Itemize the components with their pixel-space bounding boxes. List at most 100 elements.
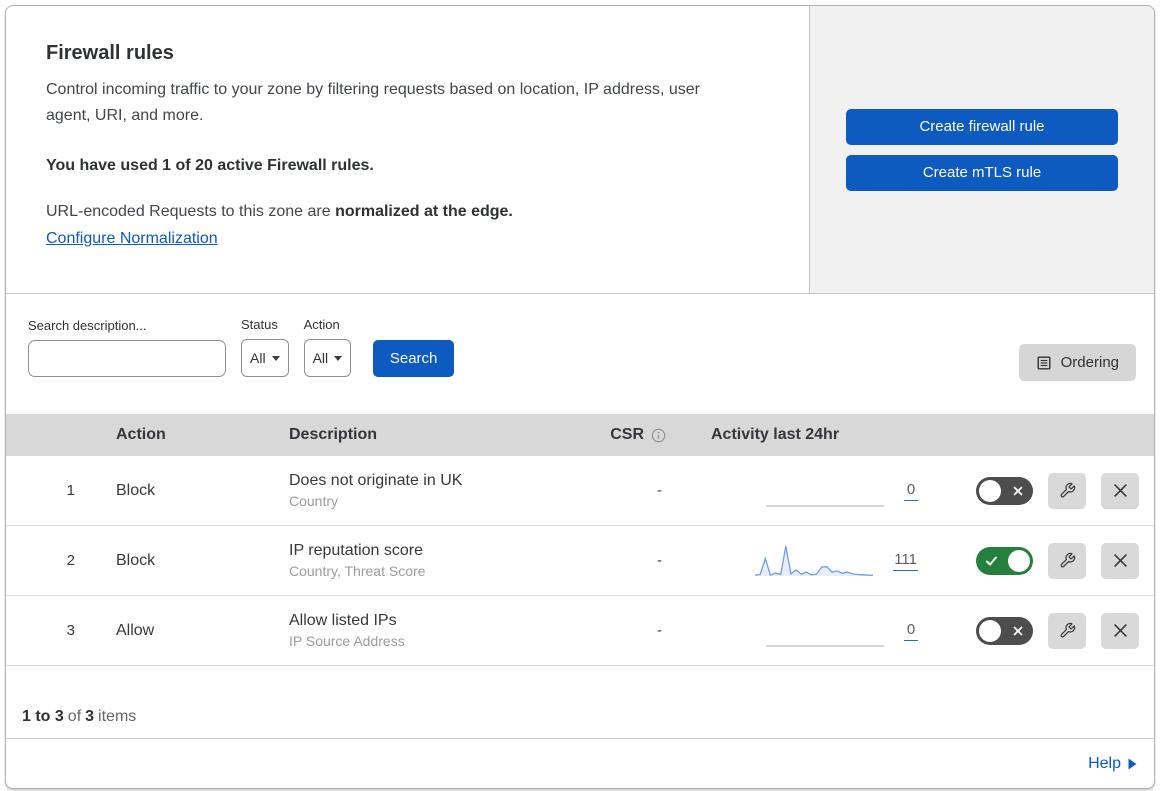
rule-activity-cell: 111 (676, 543, 936, 579)
of-text: of (67, 708, 82, 725)
range-text: 1 to 3 (22, 708, 64, 725)
ordering-button-label: Ordering (1060, 354, 1119, 371)
usage-summary: You have used 1 of 20 active Firewall ru… (46, 156, 374, 174)
activity-sparkline-empty (766, 644, 884, 647)
pagination-summary: 1 to 3 of 3 items (6, 666, 1154, 739)
header-text-block: Firewall rules Control incoming traffic … (6, 6, 809, 293)
delete-rule-button[interactable] (1101, 612, 1139, 649)
rule-controls (936, 612, 1154, 649)
activity-sparkline (755, 545, 874, 576)
x-icon (1013, 625, 1023, 636)
wrench-icon (1060, 482, 1075, 498)
normalization-bold: normalized at the edge. (335, 202, 513, 220)
check-icon (986, 556, 997, 565)
info-icon[interactable] (651, 428, 666, 443)
rule-criteria: IP Source Address (289, 633, 405, 649)
status-group: Status All (241, 317, 289, 377)
rule-description: IP reputation score (289, 542, 424, 559)
create-firewall-rule-button[interactable]: Create firewall rule (846, 108, 1118, 145)
arrow-right-icon (1128, 758, 1137, 769)
normalization-prefix: URL-encoded Requests to this zone are (46, 202, 331, 220)
status-select[interactable]: All (241, 339, 289, 377)
normalization-note: URL-encoded Requests to this zone are no… (46, 203, 769, 221)
rule-csr: - (657, 552, 662, 569)
rule-priority: 3 (66, 622, 75, 639)
rule-description-cell: Does not originate in UK Country (283, 472, 571, 509)
toggle-knob (1008, 549, 1030, 572)
rule-description-cell: Allow listed IPs IP Source Address (283, 612, 571, 649)
chevron-down-icon (334, 355, 343, 361)
rule-description: Does not originate in UK (289, 472, 463, 489)
rule-description-cell: IP reputation score Country, Threat Score (283, 542, 571, 579)
rule-priority: 2 (66, 552, 75, 569)
x-icon (1113, 624, 1127, 637)
rule-criteria: Country (289, 493, 339, 509)
rule-action: Block (116, 481, 156, 499)
filter-bar: Search description... Status All Action (6, 294, 1154, 414)
search-group: Search description... (28, 318, 229, 377)
items-text: items (98, 708, 137, 725)
help-bar: Help (6, 739, 1154, 788)
table-row: 2 Block IP reputation score Country, Threat… (6, 526, 1154, 596)
rule-activity-cell: 0 (676, 473, 936, 509)
column-activity: Activity last 24hr (711, 426, 840, 443)
csr-header-label: CSR (610, 426, 644, 443)
rule-activity-cell: 0 (676, 613, 936, 649)
activity-count-link[interactable]: 111 (893, 551, 918, 571)
rule-csr: - (657, 622, 662, 639)
rule-description: Allow listed IPs (289, 612, 397, 629)
edit-rule-button[interactable] (1048, 472, 1086, 509)
rule-enabled-toggle[interactable] (976, 546, 1033, 575)
status-label: Status (241, 317, 278, 332)
wrench-icon (1060, 622, 1075, 638)
create-mtls-rule-button[interactable]: Create mTLS rule (846, 154, 1118, 191)
rule-csr: - (657, 482, 662, 499)
action-select[interactable]: All (303, 339, 352, 377)
chevron-down-icon (271, 355, 280, 361)
ordering-button[interactable]: Ordering (1018, 344, 1136, 381)
list-document-icon (1037, 356, 1051, 369)
search-input-wrapper (28, 340, 229, 377)
action-selected-value: All (312, 350, 329, 366)
search-label: Search description... (28, 318, 147, 333)
rule-enabled-toggle[interactable] (976, 616, 1033, 645)
toggle-knob (979, 619, 1001, 642)
edit-rule-button[interactable] (1048, 542, 1086, 579)
rule-enabled-toggle[interactable] (976, 476, 1033, 505)
configure-normalization-link[interactable]: Configure Normalization (46, 230, 218, 248)
action-group: Action All (303, 317, 352, 377)
x-icon (1113, 554, 1127, 567)
table-row: 1 Block Does not originate in UK Country - 0 (6, 456, 1154, 526)
rule-controls (936, 472, 1154, 509)
search-input[interactable] (48, 341, 229, 376)
rule-priority: 1 (66, 482, 75, 499)
edit-rule-button[interactable] (1048, 612, 1086, 649)
search-button[interactable]: Search (373, 340, 455, 377)
help-link[interactable]: Help (1088, 755, 1121, 773)
x-icon (1113, 484, 1127, 497)
delete-rule-button[interactable] (1101, 542, 1139, 579)
header-section: Firewall rules Control incoming traffic … (6, 6, 1154, 294)
toggle-knob (979, 479, 1001, 502)
activity-count-link[interactable]: 0 (904, 621, 918, 641)
rule-action: Block (116, 551, 156, 569)
table-body: 1 Block Does not originate in UK Country - 0 2… (6, 456, 1154, 666)
activity-sparkline-empty (766, 504, 884, 507)
action-label: Action (303, 317, 340, 332)
column-csr: CSR (571, 426, 676, 444)
actions-panel: Create firewall rule Create mTLS rule (809, 6, 1154, 293)
page-title: Firewall rules (46, 42, 174, 64)
wrench-icon (1060, 552, 1075, 568)
delete-rule-button[interactable] (1101, 472, 1139, 509)
rule-controls (936, 542, 1154, 579)
firewall-rules-panel: Firewall rules Control incoming traffic … (5, 5, 1155, 789)
table-header: Action Description CSR Activity last 24h… (6, 414, 1154, 456)
rule-action: Allow (116, 621, 155, 639)
rule-criteria: Country, Threat Score (289, 563, 426, 579)
activity-count-link[interactable]: 0 (904, 481, 918, 501)
x-icon (1013, 485, 1023, 496)
total-count: 3 (85, 708, 95, 725)
column-action: Action (116, 426, 166, 443)
page-description: Control incoming traffic to your zone by… (46, 81, 700, 125)
column-description: Description (289, 426, 378, 443)
